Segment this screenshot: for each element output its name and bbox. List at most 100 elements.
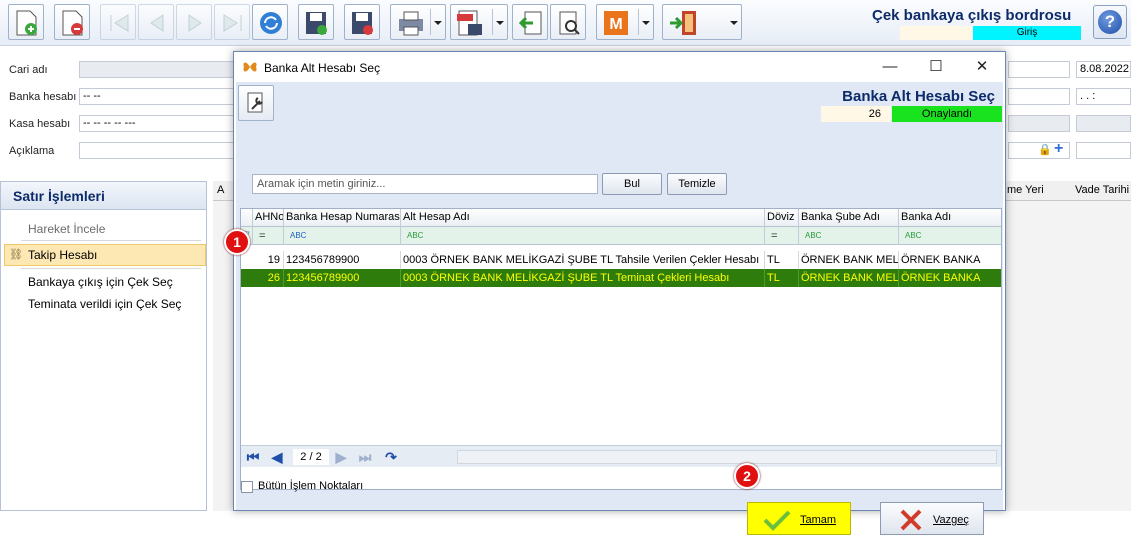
m-button[interactable]: M	[596, 4, 654, 40]
right-field-5[interactable]	[1076, 142, 1131, 159]
aciklama-field[interactable]	[79, 142, 239, 159]
cell-banka: ÖRNEK BANKA	[901, 272, 981, 284]
side-item-hareket[interactable]: Hareket İncele	[28, 222, 105, 236]
page-info: 2 / 2	[293, 449, 329, 465]
all-points-checkbox[interactable]	[241, 481, 253, 493]
cari-field[interactable]	[79, 61, 239, 78]
col-hesap-no[interactable]: Banka Hesap Numarası	[284, 209, 401, 227]
col-banka[interactable]: Banka Adı	[899, 209, 1001, 227]
first-record-icon	[110, 14, 129, 32]
search-button[interactable]: Bul	[602, 173, 662, 195]
right-field-1[interactable]	[1008, 61, 1070, 78]
col-sube[interactable]: Banka Şube Adı	[799, 209, 899, 227]
print-button[interactable]	[390, 4, 446, 40]
pdf-button[interactable]	[450, 4, 508, 40]
date-field[interactable]: 8.08.2022	[1076, 61, 1131, 78]
right-field-2[interactable]	[1008, 88, 1070, 105]
exit-button[interactable]	[662, 4, 742, 40]
last-record-button[interactable]	[214, 4, 250, 40]
horizontal-scrollbar[interactable]	[457, 450, 997, 464]
col-alt-hesap[interactable]: Alt Hesap Adı	[401, 209, 765, 227]
dialog-body: Banka Alt Hesabı Seç 26 Onaylandı Aramak…	[236, 82, 1003, 535]
col-doviz[interactable]: Döviz	[765, 209, 799, 227]
next-page-icon[interactable]: ▶	[331, 448, 351, 466]
right-field-3[interactable]	[1076, 115, 1131, 132]
maximize-icon[interactable]: ☐	[914, 52, 958, 82]
next-record-icon	[188, 14, 202, 32]
minimize-icon[interactable]: —	[868, 52, 912, 82]
main-toolbar: M Çek bankaya çıkış bordrosu Giriş ?	[0, 0, 1131, 46]
prev-page-icon[interactable]: ◀	[267, 448, 287, 466]
exit-door-icon	[670, 11, 696, 35]
save-button[interactable]	[298, 4, 334, 40]
ok-button[interactable]: Tamam	[747, 502, 851, 535]
filter-alt-hesap[interactable]: ABC	[401, 227, 765, 245]
settings-button[interactable]	[238, 85, 274, 121]
col-ahno[interactable]: AHNo	[253, 209, 284, 227]
grid-header: AHNo Banka Hesap Numarası Alt Hesap Adı …	[241, 209, 1001, 227]
delete-doc-icon	[62, 10, 83, 36]
cari-label: Cari adı	[9, 64, 48, 76]
cancel-button[interactable]: Vazgeç	[880, 502, 984, 535]
cell-sube: ÖRNEK BANK MELİK	[799, 269, 899, 287]
wrench-icon	[247, 92, 263, 113]
delete-button[interactable]	[54, 4, 90, 40]
refresh-button[interactable]	[252, 4, 288, 40]
grid-filter-row: ▽ = ABC ABC = ABC ABC	[241, 227, 1001, 245]
save-close-button[interactable]	[344, 4, 380, 40]
prev-record-button[interactable]	[138, 4, 174, 40]
filter-hesap-no[interactable]: ABC	[284, 227, 401, 245]
next-record-button[interactable]	[176, 4, 212, 40]
record-count: 26	[821, 106, 891, 122]
banka-field[interactable]: -- --	[79, 88, 239, 105]
mode-badge: Giriş	[973, 26, 1081, 40]
filter-sube[interactable]: ABC	[799, 227, 899, 245]
last-page-icon[interactable]: ⏭	[355, 448, 375, 466]
side-panel-title: Satır İşlemleri	[1, 182, 206, 210]
col-me-yeri: me Yeri	[1007, 184, 1044, 196]
divider	[21, 240, 201, 241]
tools-button[interactable]	[550, 4, 586, 40]
new-button[interactable]	[8, 4, 44, 40]
col-vade: Vade Tarihi	[1075, 184, 1130, 196]
cell-hesap-no: 123456789900	[284, 251, 401, 269]
kasa-label: Kasa hesabı	[9, 118, 71, 130]
chevron-down-icon	[434, 21, 442, 25]
side-item-bankaya[interactable]: Bankaya çıkış için Çek Seç	[28, 275, 173, 289]
first-page-icon[interactable]: ⏮	[243, 448, 263, 466]
print-icon	[399, 11, 423, 36]
m-icon: M	[604, 11, 628, 35]
time-field[interactable]: . . :	[1076, 88, 1131, 105]
clear-button[interactable]: Temizle	[667, 173, 727, 195]
status-badge: Onaylandı	[892, 106, 1002, 122]
table-row[interactable]: 19 123456789900 0003 ÖRNEK BANK MELİKGAZ…	[241, 251, 1001, 269]
import-button[interactable]	[512, 4, 548, 40]
cell-ahno: 19	[253, 251, 284, 269]
right-select[interactable]	[1008, 115, 1070, 132]
chevron-down-icon	[496, 21, 504, 25]
grid-indicator-col	[241, 209, 253, 227]
kasa-field[interactable]: -- -- -- -- ---	[79, 115, 239, 132]
table-row-selected[interactable]: 26 123456789900 0003 ÖRNEK BANK MELİKGAZ…	[241, 269, 1001, 287]
side-item-takip[interactable]: Takip Hesabı	[28, 248, 97, 262]
annotation-badge-1: 1	[224, 229, 250, 255]
search-input[interactable]: Aramak için metin giriniz...	[252, 174, 598, 194]
dialog: Banka Alt Hesabı Seç — ☐ ✕ Banka Alt Hes…	[233, 51, 1006, 535]
svg-text:M: M	[609, 16, 622, 33]
close-icon[interactable]: ✕	[960, 52, 1004, 82]
filter-banka[interactable]: ABC	[899, 227, 1001, 245]
dialog-title: Banka Alt Hesabı Seç	[264, 61, 381, 75]
filter-ahno[interactable]: =	[253, 227, 284, 245]
help-button[interactable]: ?	[1093, 5, 1127, 39]
chevron-down-icon	[642, 21, 650, 25]
redo-icon[interactable]: ↷	[381, 448, 401, 466]
import-icon	[518, 11, 542, 35]
first-record-button[interactable]	[100, 4, 136, 40]
pdf-icon	[457, 10, 482, 36]
checkmark-icon	[763, 510, 791, 531]
side-panel: Satır İşlemleri Hareket İncele ⛓ Takip H…	[0, 181, 207, 511]
side-item-teminat[interactable]: Teminata verildi için Çek Seç	[28, 297, 181, 311]
lock-icon: 🔒	[1038, 144, 1052, 156]
add-icon[interactable]: +	[1054, 140, 1063, 158]
filter-doviz[interactable]: =	[765, 227, 799, 245]
